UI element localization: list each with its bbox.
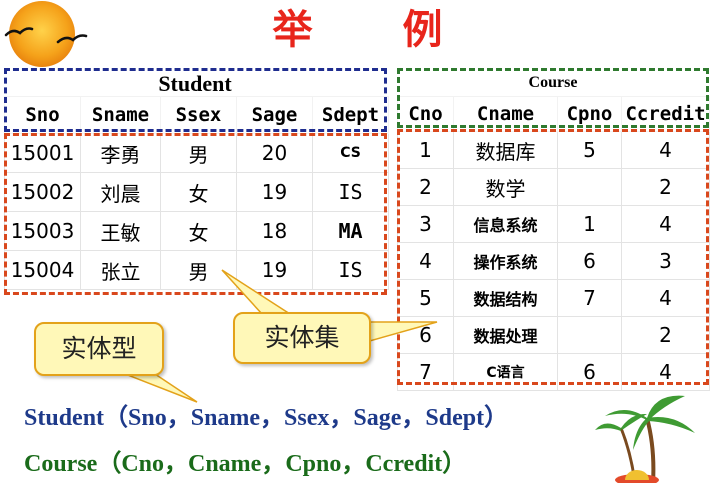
palm-tree-icon: [595, 395, 695, 483]
entity-set-pointer-left: [221, 269, 293, 315]
student-schema: Student（Sno，Sname，Ssex，Sage，Sdept）: [24, 405, 509, 431]
course-schema: Course（Cno，Cname，Cpno，Ccredit）: [24, 451, 467, 477]
entity-type-callout: 实体型: [34, 322, 164, 376]
entity-set-callout: 实体集: [233, 312, 371, 364]
entity-set-pointer-right: [365, 321, 438, 343]
